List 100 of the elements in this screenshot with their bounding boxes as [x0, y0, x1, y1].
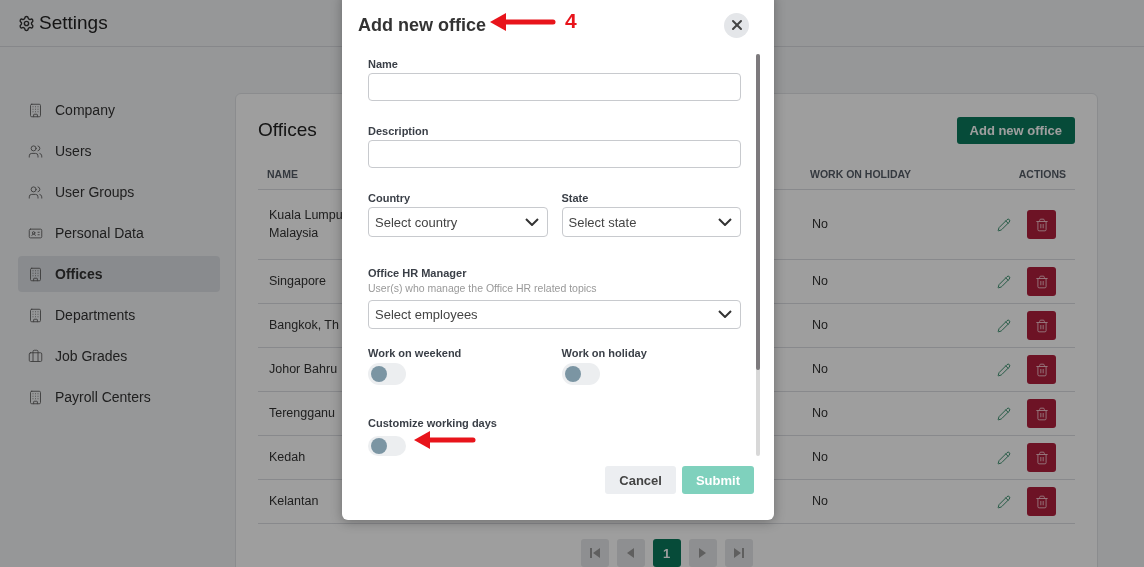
table-cell-text: Johor Bahru — [268, 360, 339, 378]
table-cell-text: No — [811, 215, 829, 233]
delete-button[interactable] — [1027, 399, 1056, 428]
sidebar-item-label: Offices — [55, 266, 103, 282]
delete-button[interactable] — [1027, 311, 1056, 340]
sidebar-item[interactable]: Payroll Centers — [18, 379, 220, 415]
chevron-down-icon — [718, 218, 732, 227]
building-icon — [28, 389, 43, 405]
field-label: Description — [368, 125, 430, 138]
toggle-label: Work on holiday — [561, 346, 648, 359]
column-header: WORK ON HOLIDAY — [809, 167, 913, 180]
sidebar-item[interactable]: Offices — [18, 256, 220, 292]
trash-icon — [1034, 274, 1049, 289]
scrollbar[interactable] — [756, 54, 760, 456]
toggle-switch[interactable] — [561, 362, 600, 385]
table-cell-text: Bangkok, Th — [268, 316, 340, 334]
sidebar-item[interactable]: Users — [18, 133, 220, 169]
building-icon — [28, 102, 43, 118]
sidebar-item[interactable]: User Groups — [18, 174, 220, 210]
dialog-title: Add new office — [358, 14, 486, 36]
field-hint: User(s) who manage the Office HR related topics — [368, 282, 598, 295]
name-field[interactable] — [368, 73, 741, 102]
arrow-annotation — [414, 430, 476, 450]
edit-icon[interactable] — [997, 362, 1011, 377]
select-field[interactable]: Select country — [368, 207, 548, 238]
table-cell-text: No — [811, 448, 829, 466]
sidebar-item-label: Departments — [55, 307, 136, 323]
edit-icon[interactable] — [997, 406, 1011, 421]
table-cell-text: No — [811, 404, 829, 422]
next-icon — [699, 548, 706, 558]
field-label: Country — [368, 192, 412, 205]
trash-icon — [1034, 362, 1049, 377]
sidebar-item-label: User Groups — [55, 184, 135, 200]
field-label: Office HR Manager — [368, 267, 468, 280]
page-button[interactable]: 1 — [652, 539, 681, 567]
sidebar-item[interactable]: Company — [18, 92, 220, 128]
trash-icon — [1034, 318, 1049, 333]
trash-icon — [1034, 450, 1049, 465]
delete-button[interactable] — [1027, 355, 1056, 384]
select-field[interactable]: Select employees — [368, 300, 741, 329]
table-cell-text: No — [811, 492, 829, 510]
last-page-icon — [733, 548, 744, 558]
table-cell-text: Singapore — [268, 272, 327, 290]
building-icon — [28, 266, 43, 282]
pagination-button[interactable] — [724, 539, 753, 567]
table-cell-text: Kedah — [268, 448, 307, 466]
pagination-button[interactable] — [580, 539, 609, 567]
first-page-icon — [589, 548, 600, 558]
sidebar-item[interactable]: Job Grades — [18, 338, 220, 374]
users-icon — [28, 184, 43, 200]
previous-icon — [627, 548, 634, 558]
chevron-down-icon — [524, 218, 539, 227]
toggle-label: Customize working days — [368, 416, 498, 429]
table-cell-text: No — [811, 272, 829, 290]
table-cell-text: No — [811, 316, 829, 334]
edit-icon[interactable] — [997, 217, 1011, 232]
trash-icon — [1034, 494, 1049, 509]
edit-icon[interactable] — [997, 450, 1011, 465]
description-field[interactable] — [368, 140, 741, 169]
sidebar-item-label: Users — [55, 143, 92, 159]
close-button[interactable] — [724, 12, 749, 38]
sidebar-item[interactable]: Departments — [18, 297, 220, 333]
trash-icon — [1034, 217, 1049, 232]
table-cell-text: No — [811, 360, 829, 378]
building-icon — [28, 307, 43, 323]
panel-title: Offices — [258, 119, 317, 141]
toggle-switch[interactable] — [368, 435, 406, 456]
column-header: ACTIONS — [1017, 167, 1067, 180]
settings-icon — [18, 14, 35, 32]
trash-icon — [1034, 406, 1049, 421]
table-cell-text: Kuala Lumpu Malaysia — [268, 207, 342, 242]
arrow-annotation — [490, 12, 556, 32]
sidebar-item-label: Company — [55, 102, 115, 118]
delete-button[interactable] — [1027, 443, 1056, 472]
edit-icon[interactable] — [997, 318, 1011, 333]
pagination-button[interactable] — [688, 539, 717, 567]
briefcase-icon — [28, 348, 43, 364]
id-card-icon — [28, 225, 43, 241]
pagination-button[interactable] — [616, 539, 645, 567]
toggle-label: Work on weekend — [368, 346, 463, 359]
annotation-number: 4 — [565, 9, 577, 33]
table-cell-text: Kelantan — [268, 492, 320, 510]
table-cell-text: Terengganu — [268, 404, 337, 422]
edit-icon[interactable] — [997, 274, 1011, 289]
delete-button[interactable] — [1027, 210, 1056, 239]
cancel-button[interactable]: Cancel — [605, 466, 676, 494]
sidebar-item-label: Job Grades — [55, 348, 128, 364]
delete-button[interactable] — [1027, 487, 1056, 516]
sidebar-item[interactable]: Personal Data — [18, 215, 220, 251]
delete-button[interactable] — [1027, 267, 1056, 296]
sidebar-item-label: Payroll Centers — [55, 389, 151, 405]
add-office-button[interactable]: Add new office — [956, 116, 1075, 144]
field-label: Name — [368, 58, 399, 70]
toggle-switch[interactable] — [368, 362, 406, 385]
page-title: Settings — [39, 12, 108, 34]
edit-icon[interactable] — [997, 494, 1011, 509]
field-label: State — [561, 192, 590, 205]
column-header: NAME — [266, 167, 299, 180]
select-field[interactable]: Select state — [561, 207, 741, 238]
sidebar-item-label: Personal Data — [55, 225, 144, 241]
